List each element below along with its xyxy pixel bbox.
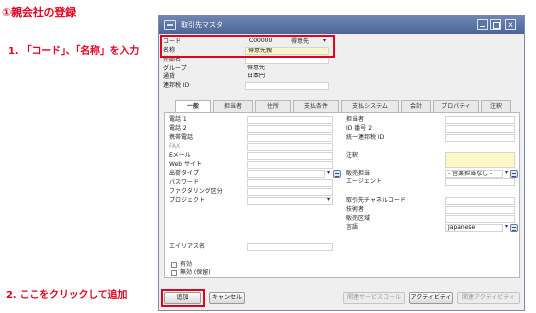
currency-label: 通貨 [163, 73, 176, 80]
technician-input[interactable] [445, 206, 515, 214]
web-label: Web サイト [169, 161, 202, 168]
contact-person-label: 担当者 [346, 116, 365, 123]
phone2-input[interactable] [247, 125, 333, 133]
related-service-call-button[interactable]: 関連サービスコール [343, 292, 405, 304]
phone1-input[interactable] [247, 116, 333, 124]
unified-tax-id-label: 統一連邦税 ID [346, 134, 385, 141]
alias-name-label: エイリアス名 [169, 243, 206, 250]
general-tab-panel: 電話 1 電話 2 携帯電話 FAX Eメール Web サイト 出荷タイプ ▾ … [164, 112, 520, 278]
phone1-label: 電話 1 [169, 116, 187, 123]
channel-code-input[interactable] [445, 197, 515, 205]
alias-name-input[interactable] [247, 243, 333, 251]
group-select[interactable]: 得意先 [245, 65, 305, 73]
id-no2-label: ID 番号 2 [346, 125, 373, 132]
territory-input[interactable] [445, 215, 515, 223]
project-label: プロジェクト [169, 197, 206, 204]
channel-code-label: 取引先チャネルコード [346, 197, 406, 204]
factoring-input[interactable] [247, 188, 333, 196]
id-no2-input[interactable] [445, 125, 515, 133]
code-input[interactable]: C00000 [247, 38, 291, 46]
name-input[interactable]: 得意先親 [245, 47, 329, 55]
annotation-title: ①親会社の登録 [2, 6, 76, 19]
tax-id-input[interactable] [245, 82, 329, 90]
annotation-step1: 1. 「コード」、「名称」を入力 [8, 46, 140, 57]
project-dropdown-icon[interactable]: ▾ [325, 197, 332, 204]
email-input[interactable] [247, 152, 333, 160]
remarks-label: 注釈 [346, 152, 359, 159]
sales-employee-dropdown-icon[interactable]: ▾ [503, 170, 510, 177]
annotation-step2: 2. ここをクリックして追加 [6, 290, 128, 301]
unified-tax-id-input[interactable] [445, 134, 515, 142]
sales-employee-label: 販売担当 [346, 170, 371, 177]
active-label: 有効 [180, 261, 193, 268]
shipping-type-label: 出荷タイプ [169, 170, 200, 177]
page: ①親会社の登録 1. 「コード」、「名称」を入力 2. ここをクリックして追加 … [0, 0, 536, 313]
language-select[interactable]: Japanese [445, 224, 503, 232]
mobile-label: 携帯電話 [169, 134, 194, 141]
tab-properties[interactable]: プロパティ [433, 100, 479, 112]
close-button[interactable]: x [505, 19, 516, 30]
code-type-dropdown-icon[interactable]: ▾ [321, 38, 328, 45]
add-button[interactable]: 追加 [164, 292, 201, 304]
agent-label: エージェント [346, 178, 382, 185]
sales-employee-select[interactable]: - 営業担当なし - [445, 170, 503, 178]
maximize-button[interactable] [490, 19, 501, 30]
language-define-icon[interactable] [510, 224, 518, 232]
foreign-name-input[interactable] [245, 56, 329, 64]
tab-payment-system[interactable]: 支払システム [341, 100, 399, 112]
shipping-type-define-icon[interactable] [333, 170, 341, 178]
territory-label: 販売区域 [346, 215, 371, 222]
password-input[interactable] [247, 179, 333, 187]
language-dropdown-icon[interactable]: ▾ [503, 224, 510, 231]
sales-employee-define-icon[interactable] [510, 170, 518, 178]
tab-remarks[interactable]: 注釈 [481, 100, 511, 112]
related-activity-button[interactable]: 関連アクティビティ [457, 292, 520, 304]
agent-input[interactable] [445, 178, 515, 186]
technician-label: 技術者 [346, 206, 365, 213]
group-label: グループ [163, 65, 187, 72]
currency-select[interactable]: 日本円 [245, 73, 305, 81]
window-titlebar: 取引先マスタ x [159, 16, 524, 34]
email-label: Eメール [169, 152, 191, 159]
project-select[interactable] [247, 197, 333, 205]
contact-person-input[interactable] [445, 116, 515, 124]
code-label: コード [163, 38, 182, 45]
cancel-button[interactable]: キャンセル [209, 292, 245, 304]
window-form-icon [164, 20, 176, 30]
fax-label: FAX [169, 143, 181, 150]
remarks-input[interactable] [445, 152, 515, 168]
tab-addresses[interactable]: 住所 [255, 100, 291, 112]
password-label: パスワード [169, 179, 200, 186]
business-partner-master-window: 取引先マスタ x コード C00000 得意先 ▾ 名称 得意先親 外部名 グル… [158, 15, 525, 311]
active-radio[interactable] [171, 262, 177, 268]
shipping-type-dropdown-icon[interactable]: ▾ [325, 170, 332, 177]
name-label: 名称 [163, 47, 176, 54]
tab-accounting[interactable]: 会計 [401, 100, 431, 112]
inactive-radio[interactable] [171, 270, 177, 276]
fax-input[interactable] [247, 143, 333, 151]
factoring-label: ファクタリング区分 [169, 188, 223, 195]
tab-strip: 一般 担当者 住所 支払条件 支払システム 会計 プロパティ 注釈 [175, 100, 520, 113]
minimize-button[interactable] [477, 19, 488, 30]
foreign-name-label: 外部名 [163, 56, 182, 63]
shipping-type-select[interactable] [247, 170, 325, 178]
language-label: 言語 [346, 224, 359, 231]
phone2-label: 電話 2 [169, 125, 187, 132]
web-input[interactable] [247, 161, 333, 169]
tab-payment-terms[interactable]: 支払条件 [293, 100, 339, 112]
window-title: 取引先マスタ [181, 21, 223, 29]
mobile-input[interactable] [247, 134, 333, 142]
tax-id-label: 連邦税 ID [163, 82, 190, 89]
inactive-label: 無効 (保留) [180, 269, 211, 276]
activity-button[interactable]: アクティビティ [409, 292, 453, 304]
tab-contacts[interactable]: 担当者 [213, 100, 253, 112]
code-type-select[interactable]: 得意先 [291, 38, 309, 46]
